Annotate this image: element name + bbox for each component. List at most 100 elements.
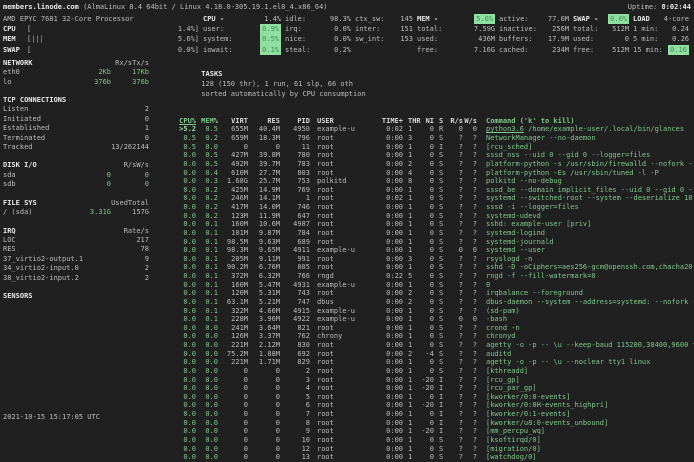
- process-row[interactable]: 0.0 0.3 1.68G 25.7M 753 polkitd 0:00 8 0…: [176, 177, 694, 186]
- res-size: 25.7M: [248, 177, 280, 186]
- virt-size: 655M: [218, 125, 248, 134]
- thread-count: 1: [403, 419, 420, 428]
- process-row[interactable]: 0.0 0.2 123M 11.9M 647 root 0:00 1 0 S ?…: [176, 212, 694, 221]
- process-row[interactable]: 0.0 0.0 0 0 5 root 0:00 1 0 I ? ? [kwork…: [176, 393, 694, 402]
- process-row[interactable]: 0.0 0.1 120M 5.31M 743 root 0:00 2 0 S ?…: [176, 289, 694, 298]
- process-row[interactable]: 0.0 0.0 0 0 7 root 0:00 1 0 I ? ? [kwork…: [176, 410, 694, 419]
- stat-label: SWAP -: [573, 14, 598, 24]
- process-row[interactable]: 0.0 0.1 90.2M 6.76M 805 root 0:00 1 0 S …: [176, 263, 694, 272]
- stat-row: 1 min: 0.24: [633, 24, 689, 34]
- column-ni: NI: [420, 117, 434, 126]
- user: root: [310, 393, 371, 402]
- stat-label: inter:: [355, 24, 380, 34]
- command-args: [watchdog/0]: [486, 453, 537, 461]
- cpu-percent: 0.0: [176, 307, 196, 316]
- pid: 13: [280, 453, 310, 462]
- process-row[interactable]: 0.0 0.1 160M 10.6M 4987 root 0:00 1 0 S …: [176, 220, 694, 229]
- pid: 647: [280, 212, 310, 221]
- cpu-time: 0:00: [371, 238, 403, 247]
- cpu-percent: 0.0: [176, 419, 196, 428]
- column-res[interactable]: RES: [248, 117, 280, 126]
- res-size: 14.0M: [248, 203, 280, 212]
- cpu-percent: 0.0: [176, 281, 196, 290]
- res-size: 0: [248, 436, 280, 445]
- process-row[interactable]: 0.0 0.0 221M 2.12M 830 root 0:00 1 0 S ?…: [176, 341, 694, 350]
- process-row[interactable]: 0.0 0.0 0 0 10 root 0:00 1 0 S ? ? [ksof…: [176, 436, 694, 445]
- column-mem[interactable]: MEM%: [196, 117, 218, 126]
- command: systemd --switched-root --system --deser…: [477, 194, 694, 203]
- process-row[interactable]: 0.0 0.0 0 0 2 root 0:00 1 0 S ? ? [kthre…: [176, 367, 694, 376]
- user: example-u: [310, 281, 371, 290]
- command: platform-python -s /usr/sbin/firewalld -…: [477, 160, 694, 169]
- read-rate: ?: [449, 393, 463, 402]
- process-row[interactable]: 0.0 0.1 228M 3.96M 4922 example-u 0:00 1…: [176, 315, 694, 324]
- res-size: 3.64M: [248, 324, 280, 333]
- column-virt[interactable]: VIRT: [218, 117, 248, 126]
- process-state: S: [434, 453, 449, 462]
- command: [kworker/u8:0-events_unbound]: [477, 419, 694, 428]
- column-command: Command ('k' to kill): [477, 117, 694, 126]
- stat-label: inactive:: [499, 24, 537, 34]
- process-row[interactable]: 0.0 0.0 0 0 13 root 0:00 1 0 S ? ? [watc…: [176, 453, 694, 462]
- process-row[interactable]: 0.0 0.0 0 0 3 root 0:00 1 -20 I ? ? [rcu…: [176, 376, 694, 385]
- process-row[interactable]: 0.0 0.1 98.3M 9.65M 4911 example-u 0:00 …: [176, 246, 694, 255]
- tcp-header: TCP CONNECTIONS: [3, 96, 149, 105]
- nice-value: 0: [420, 281, 434, 290]
- thread-count: 1: [403, 263, 420, 272]
- process-row[interactable]: 0.5 0.2 659M 18.3M 796 root 0:00 3 0 S ?…: [176, 134, 694, 143]
- process-row[interactable]: 0.0 0.0 0 0 8 root 0:00 1 0 I ? ? [kwork…: [176, 419, 694, 428]
- pid: 10: [280, 436, 310, 445]
- stat-label: iowait:: [203, 45, 233, 55]
- process-row[interactable]: 0.0 0.2 246M 14.1M 1 root 0:02 1 0 S ? ?…: [176, 194, 694, 203]
- process-row[interactable]: 0.0 0.5 492M 39.7M 783 root 0:00 2 0 S ?…: [176, 160, 694, 169]
- user: root: [310, 324, 371, 333]
- process-row[interactable]: 0.0 0.2 425M 14.9M 769 root 0:00 1 0 S ?…: [176, 186, 694, 195]
- process-row[interactable]: 0.0 0.1 205M 9.11M 991 root 0:00 3 0 S ?…: [176, 255, 694, 264]
- process-row[interactable]: 0.5 0.0 0 0 11 root 0:00 1 0 I ? ? [rcu_…: [176, 143, 694, 152]
- thread-count: 1: [403, 203, 420, 212]
- process-row[interactable]: 0.0 0.0 221M 1.71M 829 root 0:00 1 0 S ?…: [176, 358, 694, 367]
- pid: 4915: [280, 307, 310, 316]
- process-row[interactable]: 0.0 0.1 160M 5.47M 4931 example-u 0:00 1…: [176, 281, 694, 290]
- process-row[interactable]: 0.0 0.4 610M 27.7M 803 root 0:00 4 0 S ?…: [176, 169, 694, 178]
- process-state: S: [434, 220, 449, 229]
- mem-percent: 0.0: [196, 445, 218, 454]
- process-row[interactable]: >5.2 0.5 655M 40.4M 4950 example-u 0:02 …: [176, 125, 694, 134]
- process-row[interactable]: 0.0 0.0 0 0 6 root 0:00 1 -20 I ? ? [kwo…: [176, 401, 694, 410]
- command-args: platform-python -s /usr/sbin/firewalld -…: [486, 160, 694, 168]
- process-row[interactable]: 0.0 0.5 427M 39.8M 780 root 0:00 1 0 S ?…: [176, 151, 694, 160]
- nice-value: 0: [420, 220, 434, 229]
- cpu-percent: 0.0: [176, 453, 196, 462]
- command: [rcu_par_gp]: [477, 384, 694, 393]
- tcp-stat-value: 1: [79, 124, 149, 133]
- cpu-time: 0:00: [371, 367, 403, 376]
- column-pid[interactable]: PID: [280, 117, 310, 126]
- cpu-time: 0:02: [371, 125, 403, 134]
- process-row[interactable]: 0.0 0.1 322M 4.66M 4915 example-u 0:00 1…: [176, 307, 694, 316]
- process-row[interactable]: 0.0 0.0 0 0 12 root 0:00 1 0 S ? ? [migr…: [176, 445, 694, 454]
- used-value: 3.31G: [71, 208, 111, 217]
- thread-count: 1: [403, 229, 420, 238]
- command: python3.6 /home/example-user/.local/bin/…: [477, 125, 694, 134]
- disk-name: sda: [3, 171, 71, 180]
- process-row[interactable]: 0.0 0.0 75.2M 1.88M 692 root 0:00 2 -4 S…: [176, 350, 694, 359]
- process-row[interactable]: 0.0 0.0 0 0 4 root 0:00 1 -20 I ? ? [rcu…: [176, 384, 694, 393]
- user: root: [310, 229, 371, 238]
- process-row[interactable]: 0.0 0.1 63.1M 5.21M 747 dbus 0:00 2 0 S …: [176, 298, 694, 307]
- stat-label: user:: [203, 24, 224, 34]
- res-size: 9.65M: [248, 246, 280, 255]
- command-args: [rcu_sched]: [486, 143, 532, 151]
- column-read: R/s: [449, 117, 463, 126]
- process-row[interactable]: 0.0 0.1 372M 6.32M 766 rngd 0:22 5 0 S ?…: [176, 272, 694, 281]
- process-row[interactable]: 0.0 0.0 0 0 9 root 0:00 1 -20 I ? ? [mm_…: [176, 427, 694, 436]
- write-rate: ?: [463, 220, 477, 229]
- disk-title: DISK I/O: [3, 161, 124, 170]
- column-user[interactable]: USER: [310, 117, 371, 126]
- process-row[interactable]: 0.0 0.0 126M 3.37M 762 chrony 0:00 1 0 S…: [176, 332, 694, 341]
- process-row[interactable]: 0.0 0.1 101M 9.87M 784 root 0:00 1 0 S ?…: [176, 229, 694, 238]
- column-time[interactable]: TIME+: [371, 117, 403, 126]
- process-row[interactable]: 0.0 0.1 98.5M 9.63M 689 root 0:00 1 0 S …: [176, 238, 694, 247]
- process-row[interactable]: 0.0 0.0 241M 3.64M 821 root 0:00 1 0 S ?…: [176, 324, 694, 333]
- column-cpu[interactable]: CPU%: [176, 117, 196, 126]
- process-row[interactable]: 0.0 0.2 417M 14.0M 746 root 0:00 1 0 S ?…: [176, 203, 694, 212]
